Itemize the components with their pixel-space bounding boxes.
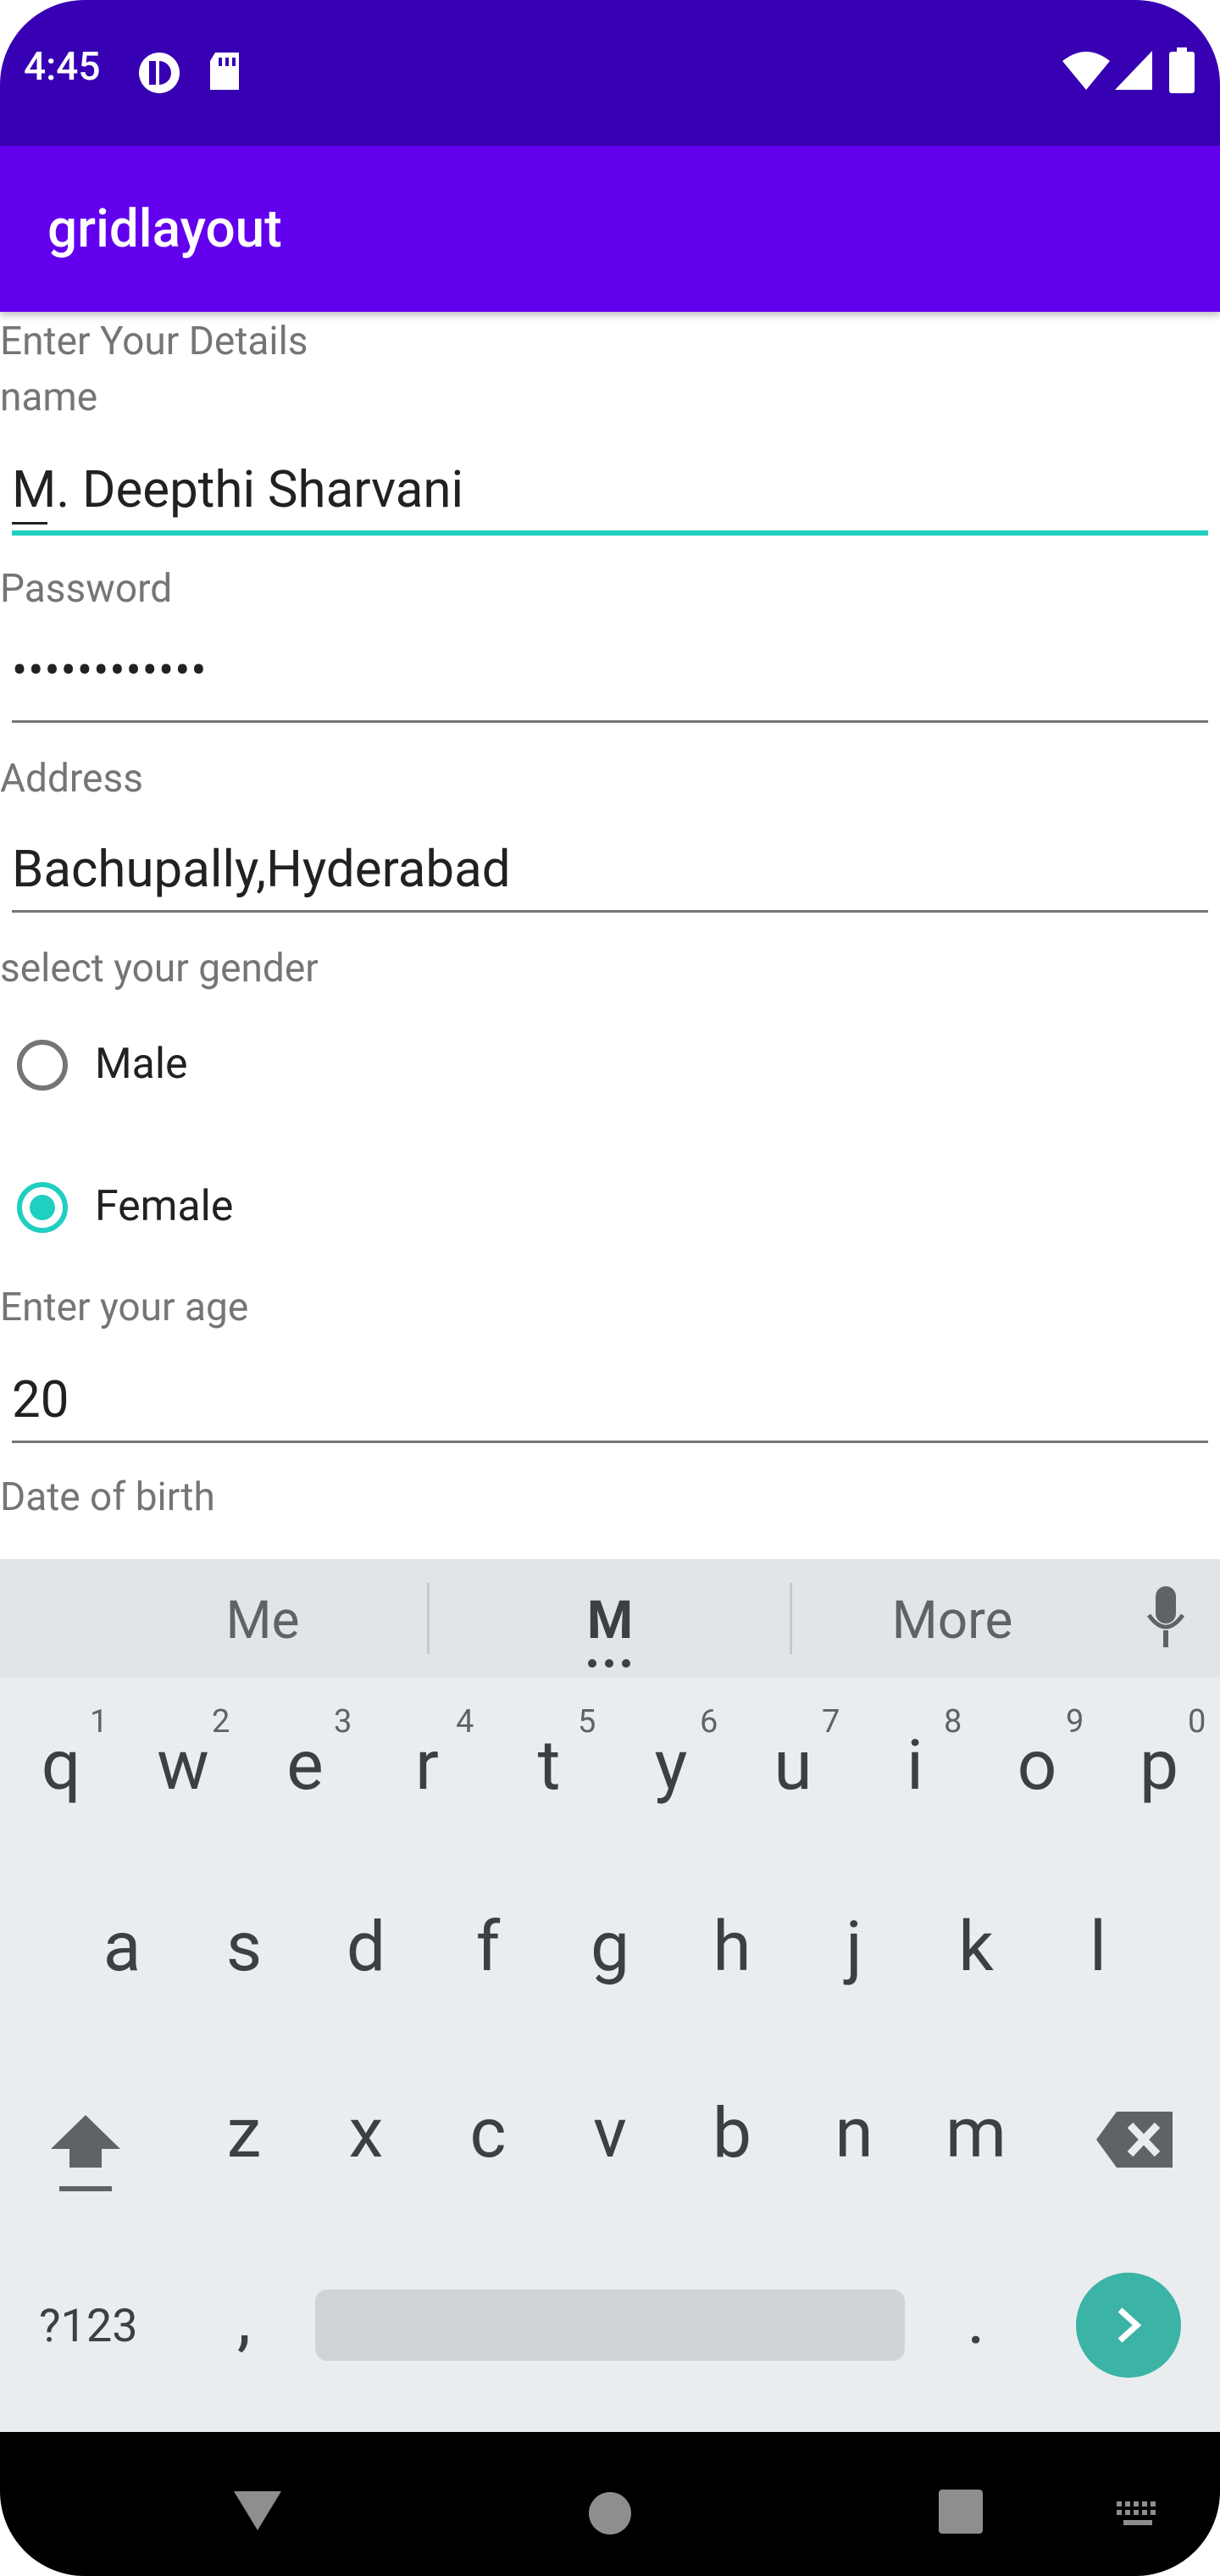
status-bar: 4:45 xyxy=(0,0,1220,146)
key-g[interactable]: g xyxy=(559,1907,661,1988)
radio-female-label: Female xyxy=(95,1182,234,1231)
name-input-underline xyxy=(12,530,1208,536)
form-heading: Enter Your Details xyxy=(0,319,308,364)
keyboard-row-4: ?123 , . xyxy=(0,2271,1220,2398)
symbols-key[interactable]: ?123 xyxy=(39,2300,138,2353)
key-period[interactable]: . xyxy=(925,2279,1027,2361)
key-v[interactable]: v xyxy=(559,2093,661,2174)
key-comma[interactable]: , xyxy=(193,2279,295,2361)
key-c[interactable]: c xyxy=(437,2093,539,2174)
backspace-icon[interactable] xyxy=(1096,2112,1173,2168)
suggestion-strip: Me M More xyxy=(0,1559,1220,1678)
password-input-underline xyxy=(12,720,1208,723)
key-p[interactable]: p xyxy=(1108,1725,1210,1807)
key-x[interactable]: x xyxy=(315,2093,417,2174)
address-input-underline xyxy=(12,910,1208,913)
key-w[interactable]: w xyxy=(132,1725,234,1807)
radio-male-circle[interactable] xyxy=(17,1040,68,1091)
key-l[interactable]: l xyxy=(1047,1907,1149,1988)
key-y[interactable]: y xyxy=(620,1725,722,1807)
address-label: Address xyxy=(0,756,143,802)
suggestion-2[interactable]: M xyxy=(441,1590,779,1652)
key-s[interactable]: s xyxy=(193,1907,295,1988)
navigation-bar xyxy=(0,2432,1220,2576)
key-a[interactable]: a xyxy=(71,1907,173,1988)
password-input[interactable]: •••••••••••• xyxy=(12,644,208,697)
key-u[interactable]: u xyxy=(742,1725,844,1807)
back-triangle-icon[interactable] xyxy=(234,2491,281,2530)
key-r[interactable]: r xyxy=(376,1725,478,1807)
age-input-underline xyxy=(12,1441,1208,1443)
key-n[interactable]: n xyxy=(803,2093,905,2174)
notification-app-icon xyxy=(139,53,180,93)
chevron-right-icon xyxy=(1117,2307,1142,2343)
key-j[interactable]: j xyxy=(803,1907,905,1988)
name-label: name xyxy=(0,375,98,420)
keyboard-row-1: 1 2 3 4 5 6 7 8 9 0 q w e r t y u i o p xyxy=(0,1695,1220,1864)
battery-icon xyxy=(1169,47,1195,93)
key-o[interactable]: o xyxy=(986,1725,1088,1807)
key-i[interactable]: i xyxy=(864,1725,966,1807)
radio-male[interactable]: Male xyxy=(15,1037,236,1096)
key-b[interactable]: b xyxy=(681,2093,783,2174)
name-input[interactable]: M. Deepthi Sharvani xyxy=(12,459,463,519)
enter-button[interactable] xyxy=(1076,2273,1181,2378)
age-label: Enter your age xyxy=(0,1285,249,1330)
key-d[interactable]: d xyxy=(315,1907,417,1988)
recents-square-icon[interactable] xyxy=(939,2490,983,2534)
dob-label: Date of birth xyxy=(0,1474,215,1520)
shift-icon[interactable] xyxy=(47,2110,124,2195)
sd-card-icon xyxy=(210,53,239,90)
cell-signal-icon xyxy=(1115,51,1152,90)
status-time: 4:45 xyxy=(24,44,101,90)
key-e[interactable]: e xyxy=(254,1725,356,1807)
microphone-icon[interactable] xyxy=(1144,1586,1188,1651)
key-f[interactable]: f xyxy=(437,1907,539,1988)
keyboard-row-3: z x c v b n m xyxy=(0,2093,1220,2220)
radio-female-circle[interactable] xyxy=(17,1182,68,1233)
keyboard-switch-icon[interactable] xyxy=(1115,2500,1162,2529)
keyboard-row-2: a s d f g h j k l xyxy=(0,1907,1220,2034)
suggestion-3[interactable]: More xyxy=(783,1590,1122,1652)
address-input[interactable]: Bachupally,Hyderabad xyxy=(12,839,511,899)
suggestion-divider xyxy=(427,1583,430,1654)
key-h[interactable]: h xyxy=(681,1907,783,1988)
key-t[interactable]: t xyxy=(498,1725,600,1807)
radio-male-label: Male xyxy=(95,1040,188,1089)
gender-label: select your gender xyxy=(0,946,319,991)
wifi-icon xyxy=(1062,52,1110,90)
age-input[interactable]: 20 xyxy=(12,1369,69,1430)
key-q[interactable]: q xyxy=(10,1725,112,1807)
radio-female[interactable]: Female xyxy=(15,1180,269,1239)
suggestion-1[interactable]: Me xyxy=(93,1590,432,1652)
key-k[interactable]: k xyxy=(925,1907,1027,1988)
more-suggestions-dots[interactable] xyxy=(588,1659,632,1668)
radio-female-dot xyxy=(30,1195,55,1220)
composing-underline xyxy=(12,522,47,525)
space-bar[interactable] xyxy=(315,2290,905,2361)
home-circle-icon[interactable] xyxy=(588,2491,632,2535)
app-bar: gridlayout xyxy=(0,146,1220,312)
key-m[interactable]: m xyxy=(925,2093,1027,2174)
password-label: Password xyxy=(0,566,173,612)
key-z[interactable]: z xyxy=(193,2093,295,2174)
app-title: gridlayout xyxy=(47,198,282,260)
